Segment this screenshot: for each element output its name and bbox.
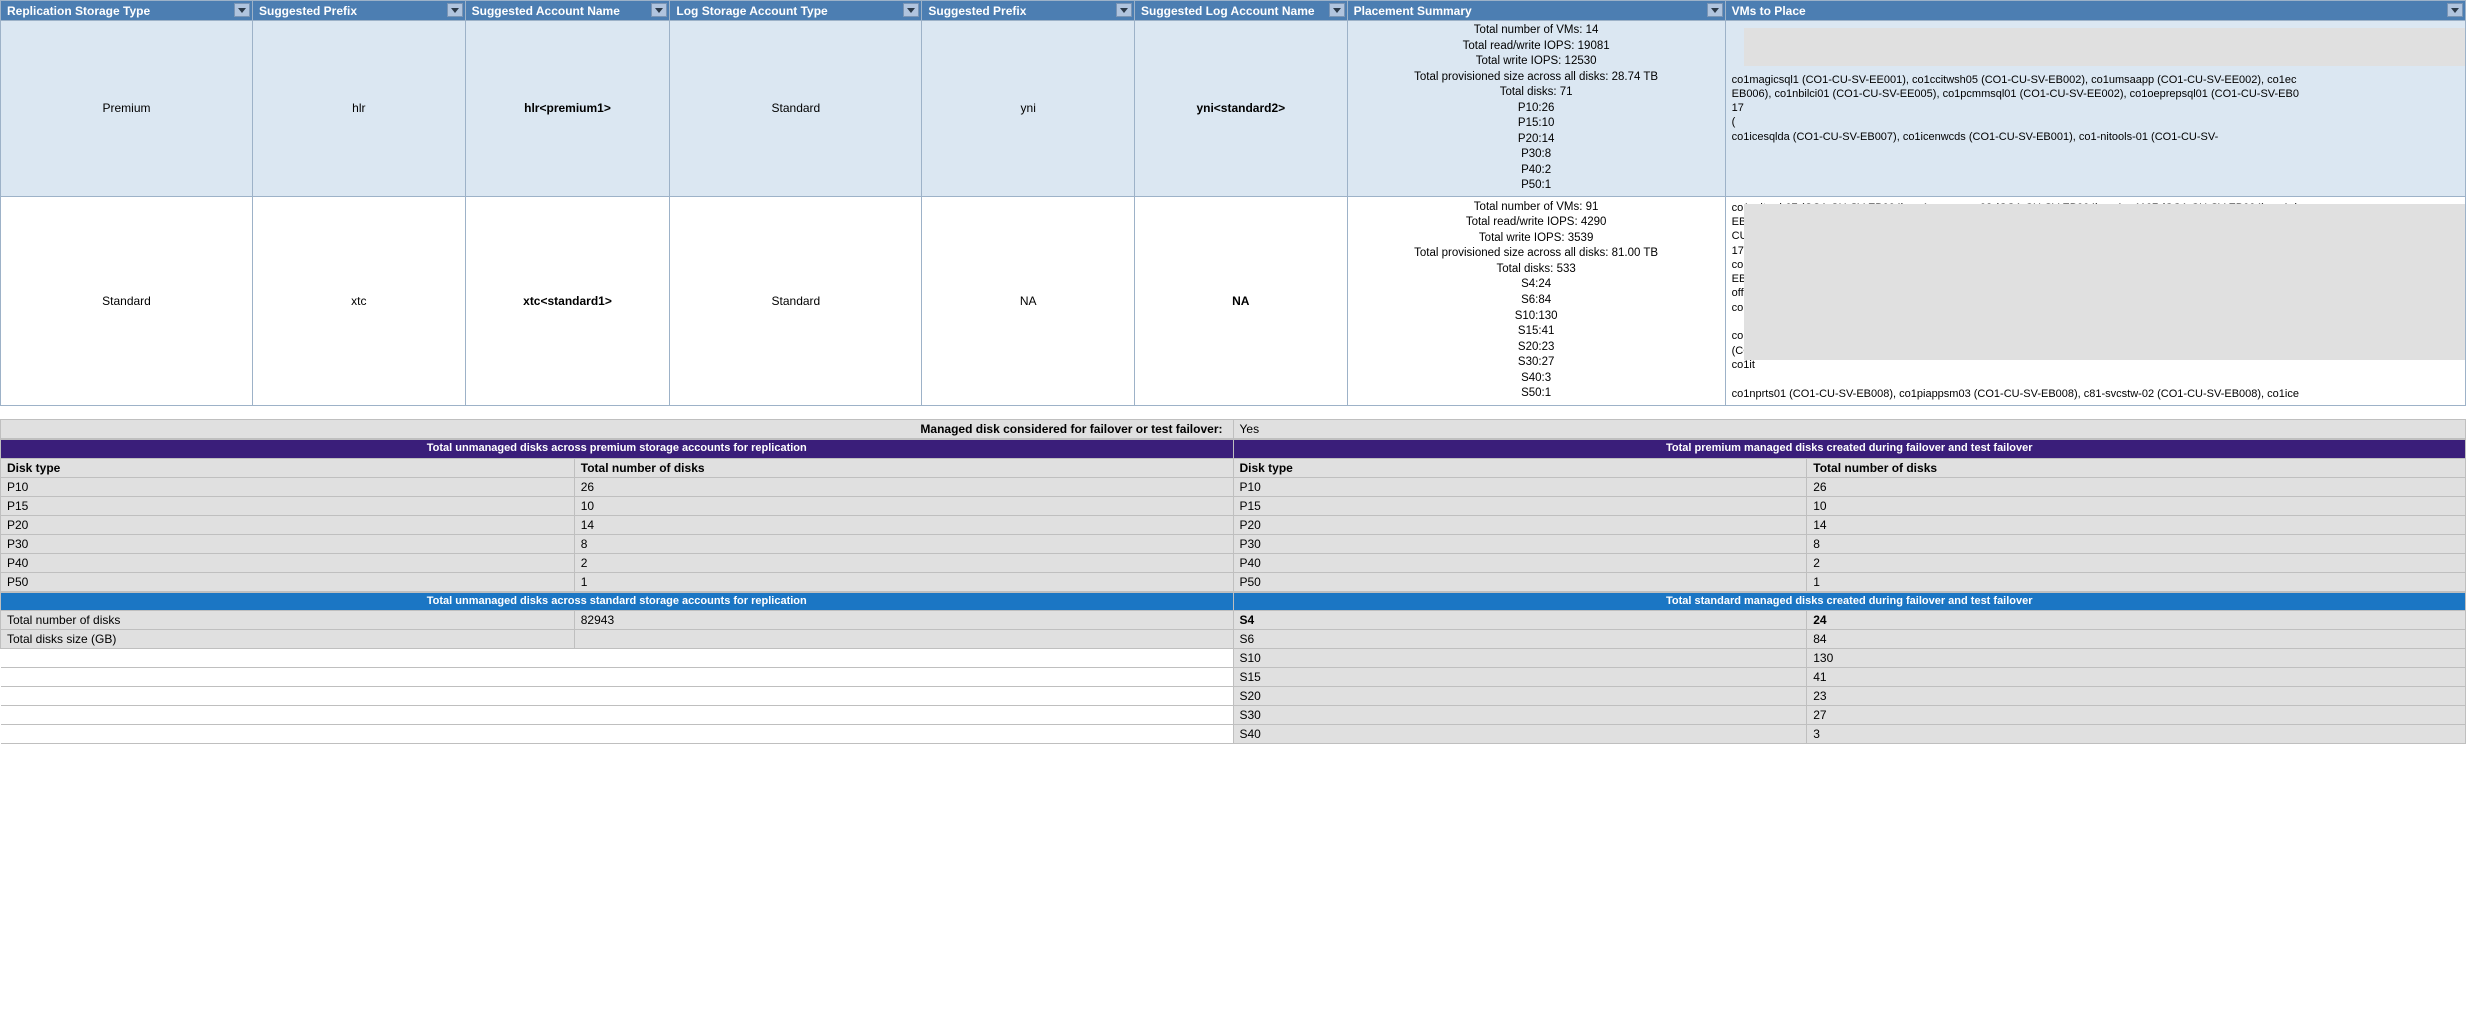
header-suggested-log-account-name[interactable]: Suggested Log Account Name [1135, 1, 1348, 21]
filter-icon[interactable] [1329, 3, 1345, 17]
table-row[interactable]: Total disks size (GB)S684 [1, 629, 2466, 648]
header-replication-storage-type[interactable]: Replication Storage Type [1, 1, 253, 21]
disk-count-header: Total number of disks [1807, 458, 2466, 477]
premium-managed-header: Total premium managed disks created duri… [1233, 440, 2466, 458]
disk-type-header: Disk type [1, 458, 575, 477]
storage-placement-table: Replication Storage Type Suggested Prefi… [0, 0, 2466, 406]
filter-icon[interactable] [2447, 3, 2463, 17]
table-row[interactable]: P2014P2014 [1, 515, 2466, 534]
vms-to-place: co1magicsql1 (CO1-CU-SV-EE001), co1ccitw… [1725, 21, 2465, 197]
header-suggested-prefix[interactable]: Suggested Prefix [253, 1, 466, 21]
premium-unmanaged-header: Total unmanaged disks across premium sto… [1, 440, 1234, 458]
header-log-suggested-prefix[interactable]: Suggested Prefix [922, 1, 1135, 21]
placement-summary: Total number of VMs: 91Total read/write … [1347, 196, 1725, 405]
premium-disks-table: Total unmanaged disks across premium sto… [0, 439, 2466, 591]
placement-summary: Total number of VMs: 14Total read/write … [1347, 21, 1725, 197]
standard-disks-table: Total unmanaged disks across standard st… [0, 592, 2466, 744]
table-row[interactable]: P1510P1510 [1, 496, 2466, 515]
header-placement-summary[interactable]: Placement Summary [1347, 1, 1725, 21]
table-row[interactable]: P501P501 [1, 572, 2466, 591]
vms-to-place: co1ccitwsh07 (CO1-CU-SV-EB004), co1appnp… [1725, 196, 2465, 405]
filter-icon[interactable] [1707, 3, 1723, 17]
header-log-storage-account-type[interactable]: Log Storage Account Type [670, 1, 922, 21]
filter-icon[interactable] [903, 3, 919, 17]
table-row[interactable]: S2023 [1, 686, 2466, 705]
managed-disk-section: Managed disk considered for failover or … [0, 406, 2466, 440]
table-row[interactable]: Standardxtcxtc<standard1>StandardNANATot… [1, 196, 2466, 405]
standard-managed-header: Total standard managed disks created dur… [1233, 592, 2466, 610]
filter-icon[interactable] [651, 3, 667, 17]
table-row[interactable]: S1541 [1, 667, 2466, 686]
table-row[interactable]: Total number of disks82943S424 [1, 610, 2466, 629]
table-row[interactable]: S10130 [1, 648, 2466, 667]
standard-unmanaged-header: Total unmanaged disks across standard st… [1, 592, 1234, 610]
managed-disk-label: Managed disk considered for failover or … [1, 420, 1234, 439]
disk-type-header: Disk type [1233, 458, 1807, 477]
table-row[interactable]: Premiumhlrhlr<premium1>Standardyniyni<st… [1, 21, 2466, 197]
table-row[interactable]: S3027 [1, 705, 2466, 724]
header-suggested-account-name[interactable]: Suggested Account Name [465, 1, 670, 21]
disk-count-header: Total number of disks [574, 458, 1233, 477]
filter-icon[interactable] [1116, 3, 1132, 17]
table-row[interactable]: P1026P1026 [1, 477, 2466, 496]
header-vms-to-place[interactable]: VMs to Place [1725, 1, 2465, 21]
table-row[interactable]: P308P308 [1, 534, 2466, 553]
filter-icon[interactable] [447, 3, 463, 17]
managed-disk-value: Yes [1233, 420, 2466, 439]
filter-icon[interactable] [234, 3, 250, 17]
table-row[interactable]: P402P402 [1, 553, 2466, 572]
table-row[interactable]: S403 [1, 724, 2466, 743]
